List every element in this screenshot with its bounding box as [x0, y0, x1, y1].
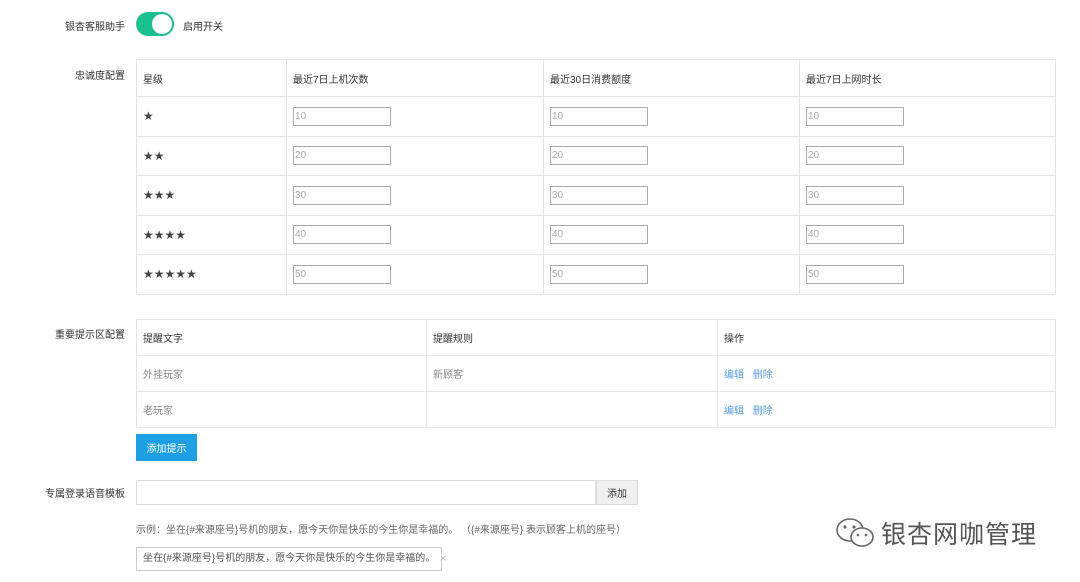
header-reminder-rule: 提醒规则: [426, 319, 718, 356]
spend-input[interactable]: [550, 225, 648, 245]
reminder-label: 重要提示区配置: [55, 330, 125, 341]
voice-template-input[interactable]: [136, 480, 596, 505]
delete-link[interactable]: 删除: [753, 406, 773, 417]
table-row: ★★★★★: [136, 254, 1056, 295]
wechat-icon: [836, 518, 874, 547]
visits-input[interactable]: [293, 264, 391, 284]
loyalty-header-row: 星级 最近7日上机次数 最近30日消费额度 最近7日上网时长: [136, 59, 1056, 97]
header-visits-7d: 最近7日上机次数: [286, 59, 544, 97]
star-rating: ★★★★: [143, 227, 187, 242]
voice-template-label: 专属登录语音模板: [45, 489, 125, 500]
online-time-input[interactable]: [806, 225, 904, 245]
table-row: ★★★: [136, 175, 1056, 216]
header-spend-30d: 最近30日消费额度: [543, 59, 800, 97]
spend-input[interactable]: [550, 146, 648, 166]
reminder-text: 老玩家: [136, 391, 427, 428]
toggle-knob: [152, 14, 172, 34]
header-online-time-7d: 最近7日上网时长: [799, 59, 1056, 97]
online-time-input[interactable]: [806, 264, 904, 284]
online-time-input[interactable]: [806, 146, 904, 166]
spend-input[interactable]: [550, 185, 648, 205]
delete-link[interactable]: 删除: [753, 370, 773, 381]
star-rating: ★★★★★: [143, 267, 197, 282]
reminder-rule: 新顾客: [426, 355, 718, 392]
template-example: 示例：坐在{#来源座号}号机的朋友，愿今天你是快乐的今生你是幸福的。 （{#来源…: [136, 525, 627, 536]
header-star-level: 星级: [136, 59, 287, 97]
reminder-text: 外挂玩家: [136, 355, 427, 392]
template-tag: 坐在{#来源座号}号机的朋友，愿今天你是快乐的今生你是幸福的。: [136, 547, 443, 571]
table-row: 外挂玩家 新顾客 编辑 删除: [136, 355, 1056, 392]
visits-input[interactable]: [293, 225, 391, 245]
add-template-button[interactable]: 添加: [596, 480, 638, 505]
online-time-input[interactable]: [806, 106, 904, 126]
table-row: ★★: [136, 135, 1056, 176]
online-time-input[interactable]: [806, 185, 904, 205]
table-row: ★★★★: [136, 214, 1056, 255]
reminder-rule: [426, 391, 718, 428]
assistant-toggle[interactable]: [136, 12, 174, 36]
spend-input[interactable]: [550, 106, 648, 126]
table-row: ★: [136, 96, 1056, 137]
toggle-label: 启用开关: [183, 22, 223, 33]
loyalty-label: 忠诚度配置: [75, 71, 125, 82]
spend-input[interactable]: [550, 264, 648, 284]
close-icon[interactable]: ×: [440, 553, 446, 565]
add-reminder-button[interactable]: 添加提示: [136, 434, 197, 461]
edit-link[interactable]: 编辑: [724, 370, 744, 381]
visits-input[interactable]: [293, 146, 391, 166]
header-reminder-text: 提醒文字: [136, 319, 427, 356]
watermark-text: 银杏网咖管理: [881, 521, 1038, 549]
star-rating: ★: [143, 109, 154, 124]
visits-input[interactable]: [293, 185, 391, 205]
star-rating: ★★: [143, 148, 165, 163]
header-actions: 操作: [717, 319, 1056, 356]
watermark: 银杏网咖管理: [835, 515, 1037, 551]
edit-link[interactable]: 编辑: [724, 406, 744, 417]
star-rating: ★★★: [143, 188, 176, 203]
reminder-header-row: 提醒文字 提醒规则 操作: [136, 319, 1056, 356]
visits-input[interactable]: [293, 106, 391, 126]
table-row: 老玩家 编辑 删除: [136, 391, 1056, 428]
loyalty-table: 星级 最近7日上机次数 最近30日消费额度 最近7日上网时长 ★ ★★ ★★★ …: [136, 59, 1056, 295]
reminder-table: 提醒文字 提醒规则 操作 外挂玩家 新顾客 编辑 删除 老玩家 编辑 删除: [136, 319, 1056, 428]
assistant-label: 银杏客服助手: [65, 22, 125, 33]
